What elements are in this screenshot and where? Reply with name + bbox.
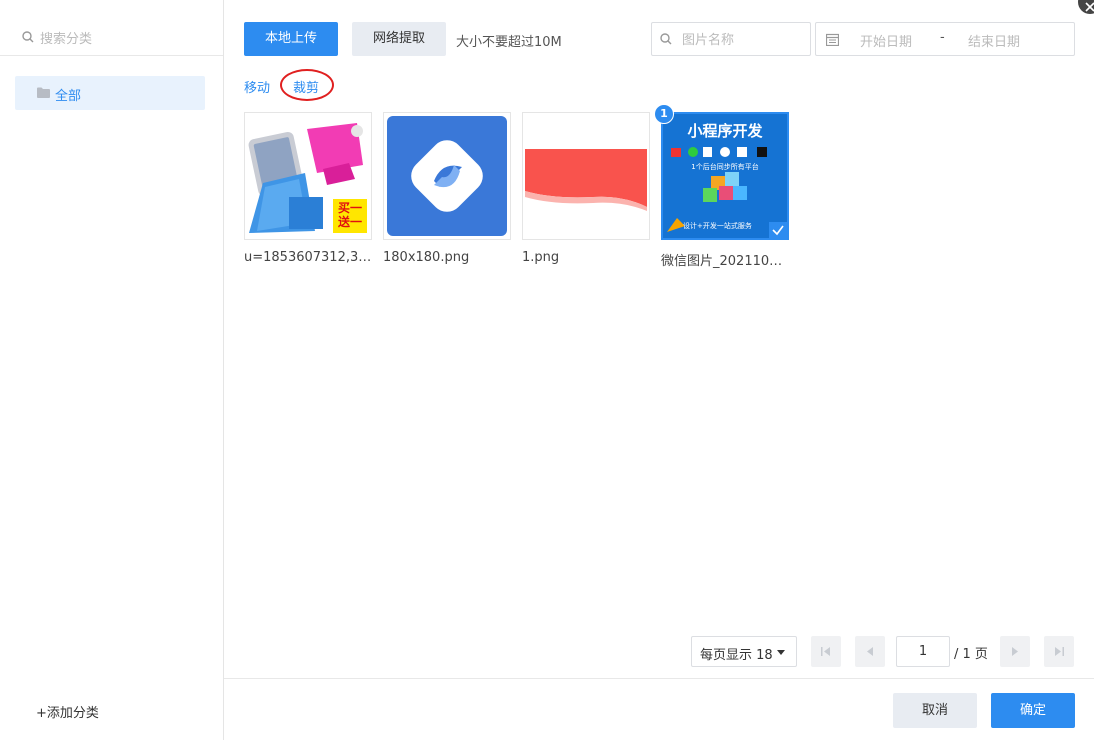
image-name-search (651, 22, 811, 56)
category-search (0, 0, 223, 56)
date-range-picker[interactable]: 开始日期 - 结束日期 (815, 22, 1075, 56)
network-fetch-button[interactable]: 网络提取 (352, 22, 446, 56)
footer-divider (224, 678, 1094, 679)
image-caption-3: 1.png (522, 250, 560, 265)
move-link[interactable]: 移动 (244, 77, 270, 96)
page-size-label: 每页显示 18 (700, 648, 773, 663)
last-page-button[interactable] (1044, 636, 1074, 667)
end-date-field[interactable]: 结束日期 (968, 31, 1020, 50)
next-page-button[interactable] (1000, 636, 1030, 667)
category-label: 全部 (55, 89, 82, 104)
folder-icon (37, 87, 50, 102)
image-caption-2: 180x180.png (383, 250, 470, 265)
search-icon (660, 33, 672, 49)
cancel-button[interactable]: 取消 (893, 693, 977, 728)
search-icon (22, 31, 34, 47)
selection-index-badge: 1 (654, 104, 674, 124)
app-logo-image (387, 116, 507, 236)
size-hint: 大小不要超过10M (456, 35, 562, 50)
start-date-field[interactable]: 开始日期 (860, 31, 912, 50)
poster-title: 小程序开发 (687, 122, 763, 140)
crop-annotation-circle (280, 69, 334, 101)
poster-subtitle: 1个后台同步所有平台 (691, 163, 759, 171)
total-pages-label: / 1 页 (954, 647, 988, 662)
date-separator: - (940, 30, 945, 45)
confirm-button[interactable]: 确定 (991, 693, 1075, 728)
local-upload-button[interactable]: 本地上传 (244, 22, 338, 56)
last-page-icon (1055, 647, 1064, 656)
image-caption-1: u=1853607312,39... (244, 250, 372, 265)
image-caption-4: 微信图片_2021100... (661, 254, 789, 269)
first-page-button[interactable] (811, 636, 841, 667)
main-panel: 本地上传 网络提取 大小不要超过10M 开始日期 - 结束日期 移动 裁剪 (224, 0, 1094, 740)
image-thumb-4[interactable]: 小程序开发 1个后台同步所有平台 设计+开发一站式服务 (661, 112, 789, 240)
page-size-select[interactable]: 每页显示 18 (691, 636, 797, 667)
image-thumb-2[interactable] (383, 112, 511, 240)
chevron-down-icon (777, 650, 785, 655)
prev-page-button[interactable] (855, 636, 885, 667)
image-name-input[interactable] (680, 30, 804, 50)
selected-check-icon (769, 222, 787, 238)
poster-footer-text: 设计+开发一站式服务 (683, 222, 752, 230)
promo-badge-text: 买一送一 (337, 201, 362, 229)
first-page-icon (821, 647, 830, 656)
category-search-input[interactable] (38, 28, 212, 50)
image-thumb-1[interactable]: 买一送一 (244, 112, 372, 240)
next-page-icon (1012, 647, 1018, 656)
close-icon[interactable] (1078, 0, 1094, 14)
category-sidebar: 全部 +添加分类 (0, 0, 224, 740)
category-item-all[interactable]: 全部 (15, 76, 205, 110)
calendar-icon (825, 33, 840, 50)
red-banner-image (523, 113, 649, 239)
add-category-button[interactable]: +添加分类 (36, 702, 99, 721)
image-picker-modal: 全部 +添加分类 本地上传 网络提取 大小不要超过10M 开始日期 - 结束日期… (0, 0, 1094, 740)
page-number-input[interactable] (896, 636, 950, 667)
prev-page-icon (867, 647, 873, 656)
image-thumb-3[interactable] (522, 112, 650, 240)
